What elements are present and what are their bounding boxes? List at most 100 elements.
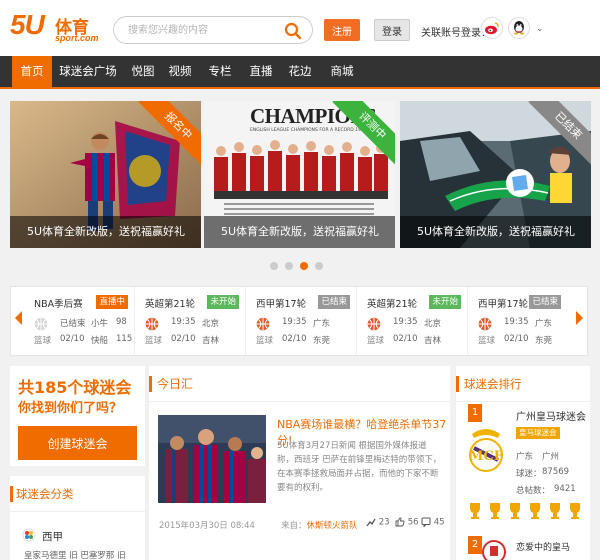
club-links[interactable]: 皇家马德里 旧 巴塞罗那 旧 [24, 549, 126, 560]
match-sport: 篮球 [34, 336, 52, 346]
trophy-icon [510, 503, 520, 519]
carousel-dot[interactable] [285, 262, 293, 270]
nav-item-gossip[interactable]: 花边 [284, 56, 316, 87]
club-name[interactable]: 广州皇马球迷会 [516, 408, 586, 423]
fanclub-categories: 球迷会分类 西甲 皇家马德里 旧 巴塞罗那 旧 [10, 476, 145, 560]
nav-item-columns[interactable]: 专栏 [204, 56, 236, 87]
match-sport: 篮球 [367, 336, 385, 346]
prev-arrow-icon[interactable] [15, 311, 22, 325]
trophy-icon [550, 503, 560, 519]
match-card[interactable]: 英超第21轮 未开始 篮球 19:35 02/10 北京 吉林 [135, 287, 246, 355]
source-link[interactable]: 休斯顿火箭队 [307, 521, 358, 531]
team-away: 东莞 [535, 336, 553, 346]
carousel-dot-active[interactable] [300, 262, 308, 270]
register-button[interactable]: 注册 [324, 19, 360, 41]
login-button[interactable]: 登录 [374, 19, 410, 41]
team-home: 北京 [202, 319, 220, 329]
chevron-down-icon[interactable]: ⌄ [536, 24, 544, 34]
club-name[interactable]: 恋爱中的皇马 [516, 540, 570, 553]
match-sport: 篮球 [145, 336, 163, 346]
basketball-icon [478, 317, 492, 331]
club-crest-icon[interactable] [468, 536, 506, 560]
nav-item-live[interactable]: 直播 [245, 56, 277, 87]
thumb-count[interactable]: 56 [395, 517, 419, 528]
team-home: 北京 [424, 319, 442, 329]
region-value: 广州 [542, 452, 560, 462]
banner-card[interactable]: 已结束 5U体育全新改版，送祝福赢好礼 [400, 101, 591, 248]
match-title: 西甲第17轮 [478, 299, 529, 310]
match-card[interactable]: 英超第21轮 未开始 篮球 19:35 02/10 北京 吉林 [357, 287, 468, 355]
create-fanclub-button[interactable]: 创建球迷会 [18, 426, 137, 460]
real-madrid-crest-icon[interactable]: MCF [464, 424, 508, 476]
basketball-icon [367, 317, 381, 331]
nav-item-videos[interactable]: 视频 [164, 56, 196, 87]
trophy-row [470, 503, 580, 519]
fans-value: 87569 [542, 467, 570, 477]
basketball-icon [256, 317, 270, 331]
score-away: 115 [116, 334, 133, 344]
section-heading: 球迷会排行 [456, 366, 590, 402]
banner-caption: 5U体育全新改版，送祝福赢好礼 [204, 216, 395, 248]
match-date: 02/10 [504, 334, 529, 344]
team-away: 东莞 [313, 336, 331, 346]
source-prefix: 来自： [281, 521, 307, 531]
match-sport: 篮球 [478, 336, 496, 346]
comment-value: 45 [433, 517, 445, 528]
nav-item-photos[interactable]: 悦图 [127, 56, 159, 87]
qq-icon[interactable] [508, 17, 530, 39]
news-date: 2015年03月30日 08:44 [159, 521, 255, 531]
match-card[interactable]: 西甲第17轮 已结束 篮球 19:35 02/10 广东 东莞 [246, 287, 357, 355]
trophy-icon [490, 503, 500, 519]
team-home: 广东 [535, 319, 553, 329]
search-input[interactable] [128, 22, 278, 38]
match-date: 02/10 [171, 334, 196, 344]
nav-item-home[interactable]: 首页 [12, 56, 52, 87]
match-title: 英超第21轮 [145, 299, 196, 310]
league-name[interactable]: 西甲 [42, 529, 63, 544]
nav-item-fanclub-square[interactable]: 球迷会广场 [58, 56, 118, 87]
match-time: 已结束 [60, 319, 86, 329]
news-summary: 5U体育3月27日新闻 根据国外媒体报道称，西班牙 巴萨在前锋里梅达特的带领下，… [277, 441, 442, 493]
main-nav: 首页 球迷会广场 悦图 视频 专栏 直播 花边 商城 [0, 56, 600, 89]
match-sport: 篮球 [256, 336, 274, 346]
banner-caption: 5U体育全新改版，送祝福赢好礼 [400, 216, 591, 248]
like-count[interactable]: 23 [366, 517, 390, 528]
trophy-icon [470, 503, 480, 519]
site-logo[interactable]: 5U 体育 sport.com [10, 9, 105, 45]
comment-count[interactable]: 45 [421, 517, 445, 528]
match-status-badge: 直播中 [96, 295, 128, 309]
promo-subline: 你找到你们了吗？ [18, 401, 123, 416]
fanclub-promo: 共185个球迷会 你找到你们了吗？ 创建球迷会 [10, 366, 145, 466]
match-date: 02/10 [282, 334, 307, 344]
match-time: 19:35 [282, 317, 307, 327]
like-value: 23 [378, 517, 390, 528]
carousel-dot[interactable] [315, 262, 323, 270]
fanclub-ranking: 球迷会排行 1 MCF 广州皇马球迷会 皇马球迷会 广东 广州 球迷： 87569 … [456, 366, 590, 560]
svg-text:MCF: MCF [469, 449, 504, 464]
banner-card[interactable]: 报名中 5U体育全新改版，送祝福赢好礼 [10, 101, 201, 248]
match-time: 19:35 [393, 317, 418, 327]
score-home: 98 [116, 317, 127, 327]
team-away: 吉林 [202, 336, 220, 346]
thumb-value: 56 [407, 517, 419, 528]
search-box [113, 16, 313, 44]
banner-caption: 5U体育全新改版，送祝福赢好礼 [10, 216, 201, 248]
search-icon[interactable] [284, 22, 302, 40]
weibo-icon[interactable] [481, 17, 503, 39]
match-ticker: NBA季后赛 直播中 篮球 已结束 02/10 小牛 快船 98 115 英超第… [10, 286, 588, 356]
match-card[interactable]: 西甲第17轮 已结束 篮球 19:35 02/10 广东 东莞 [468, 287, 579, 355]
posts-value: 9421 [554, 484, 576, 494]
match-title: 西甲第17轮 [256, 299, 307, 310]
match-time: 19:35 [171, 317, 196, 327]
laliga-logo-icon [22, 528, 36, 542]
banner-card[interactable]: CHAMPIONS ENGLISH LEAGUE CHAMPIONS FOR A… [204, 101, 395, 248]
team-home: 广东 [313, 319, 331, 329]
match-date: 02/10 [60, 334, 85, 344]
team-home: 小牛 [91, 319, 109, 329]
news-thumbnail[interactable] [158, 415, 266, 503]
team-away: 快船 [91, 336, 109, 346]
nav-item-shop[interactable]: 商城 [324, 56, 360, 87]
team-away: 吉林 [424, 336, 442, 346]
carousel-dot[interactable] [270, 262, 278, 270]
match-card[interactable]: NBA季后赛 直播中 篮球 已结束 02/10 小牛 快船 98 115 [24, 287, 135, 355]
